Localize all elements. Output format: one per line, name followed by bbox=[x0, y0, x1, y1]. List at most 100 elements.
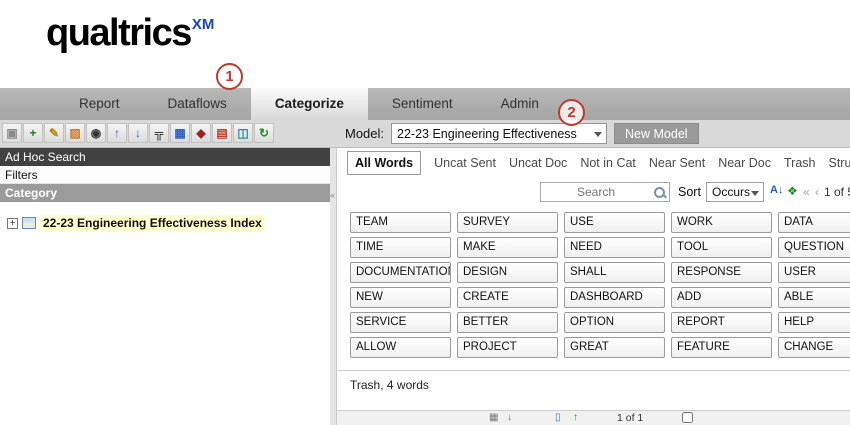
refresh-icon[interactable]: ↻ bbox=[254, 123, 274, 143]
tab-all-words[interactable]: All Words bbox=[347, 151, 421, 175]
tab-trash[interactable]: Trash bbox=[784, 156, 816, 170]
logo-xm-mark: XM bbox=[192, 16, 215, 33]
word-button[interactable]: REPORT bbox=[671, 312, 772, 333]
word-button[interactable]: DOCUMENTATION bbox=[350, 262, 451, 283]
hierarchy-icon[interactable]: ╦ bbox=[149, 123, 169, 143]
move-up-icon[interactable]: ↑ bbox=[107, 123, 127, 143]
category-header[interactable]: Category bbox=[0, 184, 330, 202]
save-icon[interactable]: ▣ bbox=[2, 123, 22, 143]
model-label: Model: bbox=[345, 126, 384, 141]
tab-uncat-sent[interactable]: Uncat Sent bbox=[434, 156, 496, 170]
word-button[interactable]: GREAT bbox=[564, 337, 665, 358]
word-button[interactable]: DATA bbox=[778, 212, 850, 233]
nav-tab-categorize[interactable]: Categorize bbox=[251, 88, 368, 120]
word-button[interactable]: TIME bbox=[350, 237, 451, 258]
word-button[interactable]: DESIGN bbox=[457, 262, 558, 283]
search-icon[interactable] bbox=[653, 186, 666, 199]
move-words-icon[interactable]: ❖ bbox=[787, 184, 798, 198]
word-button[interactable]: CREATE bbox=[457, 287, 558, 308]
nav-tab-dataflows[interactable]: Dataflows bbox=[144, 88, 251, 120]
model-select-value: 22-23 Engineering Effectiveness bbox=[397, 127, 577, 141]
word-grid: TEAM SURVEY USE WORK DATA TIME MAKE NEED… bbox=[350, 212, 850, 358]
report-icon[interactable]: ◫ bbox=[233, 123, 253, 143]
word-button[interactable]: CHANGE bbox=[778, 337, 850, 358]
eye-icon[interactable]: ◉ bbox=[86, 123, 106, 143]
sort-label: Sort bbox=[678, 185, 701, 199]
word-button[interactable]: OPTION bbox=[564, 312, 665, 333]
pager-prev-icon[interactable]: ‹ bbox=[815, 185, 819, 199]
step-annotation-1: 1 bbox=[216, 63, 243, 90]
word-button[interactable]: PROJECT bbox=[457, 337, 558, 358]
model-select[interactable]: 22-23 Engineering Effectiveness bbox=[391, 123, 607, 144]
words-panel: All Words Uncat Sent Uncat Doc Not in Ca… bbox=[337, 148, 850, 425]
restore-icon[interactable]: ↑ bbox=[573, 412, 578, 423]
tab-struct[interactable]: Struct bbox=[828, 156, 850, 170]
word-button[interactable]: USER bbox=[778, 262, 850, 283]
image-search-icon[interactable]: ▨ bbox=[65, 123, 85, 143]
word-button[interactable]: MAKE bbox=[457, 237, 558, 258]
new-model-button[interactable]: New Model bbox=[614, 123, 699, 144]
search-input[interactable] bbox=[541, 183, 669, 201]
tree-item-label[interactable]: 22-23 Engineering Effectiveness Index bbox=[40, 215, 265, 231]
words-tab-strip: All Words Uncat Sent Uncat Doc Not in Ca… bbox=[347, 150, 850, 176]
sort-az-icon[interactable]: A↓ bbox=[770, 184, 783, 196]
category-model-icon bbox=[22, 217, 36, 229]
grid-icon[interactable]: ▦ bbox=[170, 123, 190, 143]
word-button[interactable]: TEAM bbox=[350, 212, 451, 233]
tab-uncat-doc[interactable]: Uncat Doc bbox=[509, 156, 567, 170]
pager-text: 1 of 50 bbox=[824, 185, 850, 199]
chevron-down-icon bbox=[751, 191, 759, 196]
select-all-checkbox[interactable] bbox=[682, 412, 693, 423]
status-divider bbox=[337, 370, 850, 371]
tab-not-in-cat[interactable]: Not in Cat bbox=[580, 156, 636, 170]
tab-near-sent[interactable]: Near Sent bbox=[649, 156, 705, 170]
panel-splitter[interactable]: « bbox=[330, 148, 337, 425]
edit-doc-icon[interactable]: ✎ bbox=[44, 123, 64, 143]
main-nav-tabbar: Report Dataflows Categorize Sentiment Ad… bbox=[0, 88, 850, 120]
word-button[interactable]: DASHBOARD bbox=[564, 287, 665, 308]
category-tree: + 22-23 Engineering Effectiveness Index bbox=[0, 202, 330, 231]
word-button[interactable]: NEED bbox=[564, 237, 665, 258]
word-button[interactable]: RESPONSE bbox=[671, 262, 772, 283]
trash-icon[interactable]: ▯ bbox=[555, 412, 561, 423]
word-button[interactable]: ADD bbox=[671, 287, 772, 308]
adhoc-search-header[interactable]: Ad Hoc Search bbox=[0, 148, 330, 166]
sort-select[interactable]: Occurs bbox=[706, 182, 764, 202]
word-button[interactable]: NEW bbox=[350, 287, 451, 308]
expand-plus-icon[interactable]: + bbox=[7, 218, 18, 229]
search-box bbox=[540, 182, 670, 202]
export-icon[interactable]: ◆ bbox=[191, 123, 211, 143]
add-icon[interactable]: + bbox=[23, 123, 43, 143]
move-down-icon[interactable]: ↓ bbox=[128, 123, 148, 143]
word-button[interactable]: WORK bbox=[671, 212, 772, 233]
word-button[interactable]: SHALL bbox=[564, 262, 665, 283]
pager-first-icon[interactable]: « bbox=[803, 185, 810, 199]
word-button[interactable]: QUESTION bbox=[778, 237, 850, 258]
nav-tab-sentiment[interactable]: Sentiment bbox=[368, 88, 477, 120]
word-button[interactable]: SURVEY bbox=[457, 212, 558, 233]
pdf-icon[interactable]: ▤ bbox=[212, 123, 232, 143]
toolbar-icon-strip: ▣ + ✎ ▨ ◉ ↑ ↓ ╦ ▦ ◆ ▤ ◫ ↻ bbox=[2, 123, 274, 143]
sort-select-value: Occurs bbox=[712, 185, 750, 199]
word-button[interactable]: HELP bbox=[778, 312, 850, 333]
word-button[interactable]: SERVICE bbox=[350, 312, 451, 333]
trash-status-text: Trash, 4 words bbox=[350, 378, 429, 392]
word-button[interactable]: ALLOW bbox=[350, 337, 451, 358]
view-grid-icon[interactable]: ▦ bbox=[489, 412, 498, 423]
model-controls: Model: 22-23 Engineering Effectiveness N… bbox=[345, 123, 699, 144]
word-button[interactable]: USE bbox=[564, 212, 665, 233]
word-button[interactable]: FEATURE bbox=[671, 337, 772, 358]
tree-item-model[interactable]: + 22-23 Engineering Effectiveness Index bbox=[7, 215, 330, 231]
download-icon[interactable]: ↓ bbox=[507, 412, 512, 423]
logo-brand-text: qualtrics bbox=[46, 12, 191, 54]
bottom-pager-text: 1 of 1 bbox=[617, 412, 643, 424]
nav-tab-admin[interactable]: Admin bbox=[477, 88, 563, 120]
filters-section[interactable]: Filters bbox=[0, 166, 330, 184]
word-button[interactable]: ABLE bbox=[778, 287, 850, 308]
collapse-panel-icon[interactable]: « bbox=[330, 190, 335, 200]
word-button[interactable]: TOOL bbox=[671, 237, 772, 258]
step-annotation-2: 2 bbox=[558, 99, 585, 126]
tab-near-doc[interactable]: Near Doc bbox=[718, 156, 771, 170]
nav-tab-report[interactable]: Report bbox=[55, 88, 144, 120]
word-button[interactable]: BETTER bbox=[457, 312, 558, 333]
